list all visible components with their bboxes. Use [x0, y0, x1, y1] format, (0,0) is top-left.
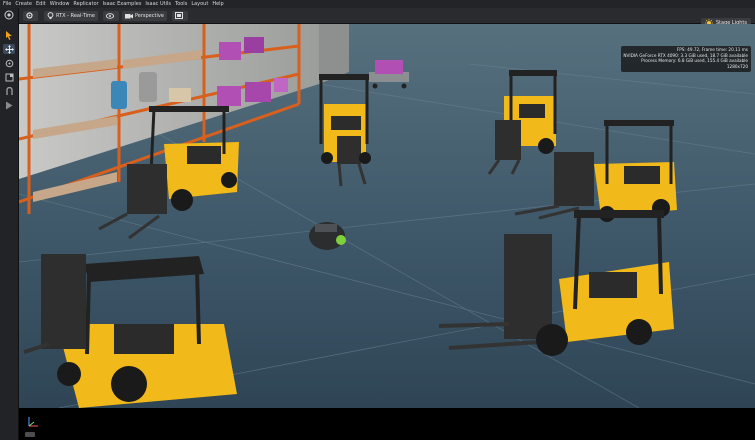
- performance-stats: FPS: 49.72, Frame time: 20.11 ms NVIDIA …: [621, 46, 751, 72]
- camera-button[interactable]: Perspective: [121, 10, 167, 21]
- snap-icon[interactable]: [3, 86, 15, 96]
- menu-tools[interactable]: Tools: [175, 1, 187, 7]
- play-icon[interactable]: [3, 100, 15, 110]
- menu-isaac-utils[interactable]: Isaac Utils: [145, 1, 171, 7]
- menu-edit[interactable]: Edit: [36, 1, 46, 7]
- menu-isaac-examples[interactable]: Isaac Examples: [103, 1, 142, 7]
- app-logo-icon[interactable]: [3, 10, 15, 20]
- fullscreen-button[interactable]: [171, 10, 188, 21]
- tool-strip: [0, 8, 19, 440]
- rotate-icon[interactable]: [3, 58, 15, 68]
- camera-label: Perspective: [134, 12, 164, 19]
- renderer-button[interactable]: RTX - Real-Time: [44, 10, 98, 21]
- axis-gizmo-icon: [28, 417, 38, 427]
- viewport-mini-button[interactable]: [25, 432, 35, 437]
- gear-icon: [26, 12, 33, 19]
- menu-file[interactable]: File: [3, 1, 11, 7]
- viewport[interactable]: FPS: 49.72, Frame time: 20.11 ms NVIDIA …: [19, 24, 755, 408]
- move-icon[interactable]: [3, 44, 15, 54]
- menu-create[interactable]: Create: [15, 1, 32, 7]
- menu-layout[interactable]: Layout: [191, 1, 208, 7]
- resolution-readout: 1280x720: [726, 63, 748, 69]
- menu-window[interactable]: Window: [50, 1, 70, 7]
- camera-icon: [124, 13, 133, 18]
- visibility-button[interactable]: [102, 10, 119, 21]
- fullscreen-icon: [174, 12, 183, 19]
- menu-replicator[interactable]: Replicator: [73, 1, 98, 7]
- viewport-bottom-bar: [19, 408, 755, 440]
- eye-icon: [105, 12, 114, 19]
- menu-bar: File Create Edit Window Replicator Isaac…: [0, 0, 755, 8]
- menu-help[interactable]: Help: [212, 1, 223, 7]
- viewport-toolbar: RTX - Real-Time Perspective Stage Lights: [19, 8, 755, 28]
- warehouse-scene[interactable]: [19, 24, 755, 408]
- render-mode-icon: [47, 12, 54, 19]
- renderer-label: RTX - Real-Time: [56, 12, 95, 19]
- viewport-settings-button[interactable]: [23, 10, 38, 21]
- scale-icon[interactable]: [3, 72, 15, 82]
- select-arrow-icon[interactable]: [3, 30, 15, 40]
